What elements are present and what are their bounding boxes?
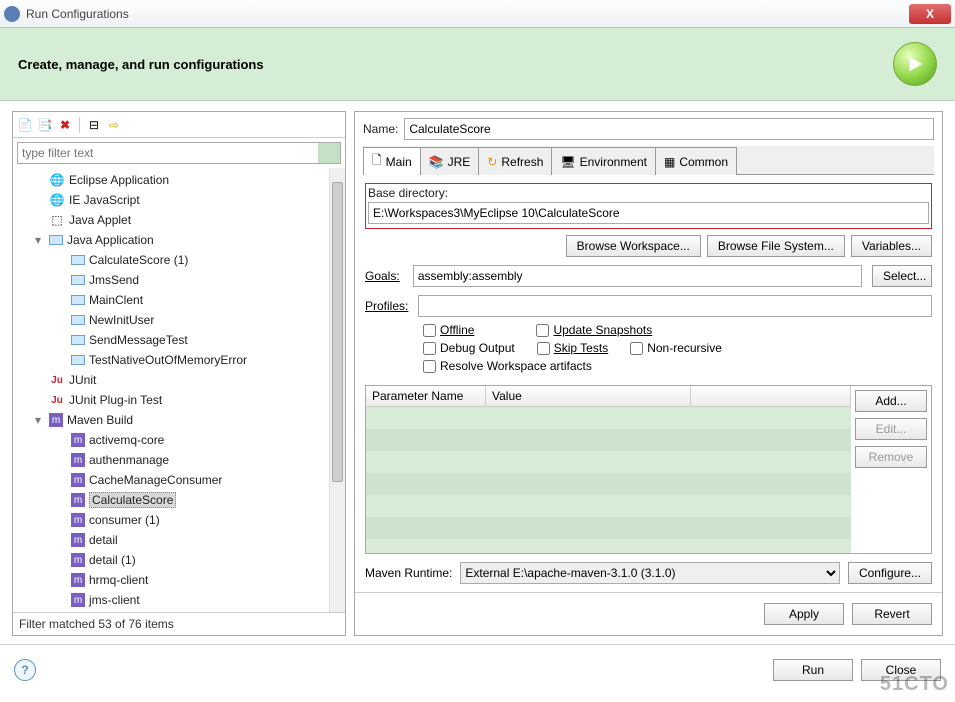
separator	[79, 117, 80, 133]
goals-label: Goals:	[365, 269, 403, 283]
offline-checkbox[interactable]: Offline	[423, 323, 474, 337]
basedir-input[interactable]	[368, 202, 929, 224]
tree-item[interactable]: mdetail (1)	[13, 550, 329, 570]
filter-status: Filter matched 53 of 76 items	[13, 612, 345, 635]
left-toolbar: 📄 📑 ✖ ⊟ ⇨	[13, 112, 345, 138]
resolve-workspace-checkbox[interactable]: Resolve Workspace artifacts	[423, 359, 592, 373]
right-panel: Name: 🗋Main 📚JRE ↻Refresh 🖥Environment ▦…	[354, 111, 943, 636]
jre-icon: 📚	[429, 155, 444, 169]
config-tree[interactable]: 🌐Eclipse Application🌐IE JavaScript⬚Java …	[13, 168, 329, 612]
remove-button[interactable]: Remove	[855, 446, 927, 468]
tree-item[interactable]: mactivemq-core	[13, 430, 329, 450]
tree-item[interactable]: ▭MainClent	[13, 290, 329, 310]
debug-output-checkbox[interactable]: Debug Output	[423, 341, 515, 355]
revert-button[interactable]: Revert	[852, 603, 932, 625]
filter-input[interactable]	[18, 144, 318, 162]
variables-button[interactable]: Variables...	[851, 235, 932, 257]
runtime-label: Maven Runtime:	[365, 566, 452, 580]
app-icon	[4, 6, 20, 22]
tree-item[interactable]: ▭NewInitUser	[13, 310, 329, 330]
filter-icon[interactable]: ⇨	[106, 117, 122, 133]
run-button[interactable]: Run	[773, 659, 853, 681]
tab-main[interactable]: 🗋Main	[363, 147, 421, 175]
refresh-icon: ↻	[487, 155, 497, 169]
tree-item[interactable]: ▭JmsSend	[13, 270, 329, 290]
tabs: 🗋Main 📚JRE ↻Refresh 🖥Environment ▦Common	[363, 146, 934, 175]
update-snapshots-checkbox[interactable]: Update Snapshots	[536, 323, 652, 337]
scrollbar[interactable]	[329, 168, 345, 612]
watermark: 51CTO	[880, 673, 949, 696]
tab-refresh[interactable]: ↻Refresh	[478, 147, 552, 175]
profiles-input[interactable]	[418, 295, 932, 317]
tab-common[interactable]: ▦Common	[655, 147, 737, 175]
tree-item[interactable]: ▾▭Java Application	[13, 230, 329, 250]
tree-item[interactable]: ▾mMaven Build	[13, 410, 329, 430]
col-value[interactable]: Value	[486, 386, 691, 406]
configure-button[interactable]: Configure...	[848, 562, 932, 584]
parameters-table: Parameter Name Value Add... Edit... Remo…	[365, 385, 932, 554]
select-button[interactable]: Select...	[872, 265, 932, 287]
run-icon	[893, 42, 937, 86]
help-icon[interactable]: ?	[14, 659, 36, 681]
left-panel: 📄 📑 ✖ ⊟ ⇨ 🌐Eclipse Application🌐IE JavaSc…	[12, 111, 346, 636]
tree-item[interactable]: mCalculateScore	[13, 490, 329, 510]
env-icon: 🖥	[560, 155, 575, 169]
panel-footer: Apply Revert	[355, 592, 942, 635]
tab-body-main: Base directory: Browse Workspace... Brow…	[355, 175, 942, 592]
main-icon: 🗋	[372, 151, 382, 172]
browse-filesystem-button[interactable]: Browse File System...	[707, 235, 845, 257]
name-input[interactable]	[404, 118, 934, 140]
tree-item[interactable]: 🌐Eclipse Application	[13, 170, 329, 190]
tab-jre[interactable]: 📚JRE	[420, 147, 480, 175]
name-label: Name:	[363, 122, 398, 136]
tree-item[interactable]: mhrmq-client	[13, 570, 329, 590]
tree-item[interactable]: mjms-client	[13, 590, 329, 610]
apply-button[interactable]: Apply	[764, 603, 844, 625]
header-title: Create, manage, and run configurations	[18, 57, 893, 72]
profiles-label: Profiles:	[365, 299, 408, 313]
non-recursive-checkbox[interactable]: Non-recursive	[630, 341, 722, 355]
tree-item[interactable]: ▭CalculateScore (1)	[13, 250, 329, 270]
goals-input[interactable]	[413, 265, 862, 287]
tree-item[interactable]: ⬚Java Applet	[13, 210, 329, 230]
runtime-select[interactable]: External E:\apache-maven-3.1.0 (3.1.0)	[460, 562, 840, 584]
tree-item[interactable]: mconsumer (1)	[13, 510, 329, 530]
add-button[interactable]: Add...	[855, 390, 927, 412]
header: Create, manage, and run configurations	[0, 28, 955, 101]
browse-workspace-button[interactable]: Browse Workspace...	[566, 235, 701, 257]
close-button[interactable]: X	[909, 4, 951, 24]
edit-button[interactable]: Edit...	[855, 418, 927, 440]
common-icon: ▦	[664, 155, 675, 169]
tab-environment[interactable]: 🖥Environment	[551, 147, 656, 175]
tree-item[interactable]: mauthenmanage	[13, 450, 329, 470]
collapse-icon[interactable]: ⊟	[86, 117, 102, 133]
filter-box[interactable]	[17, 142, 341, 164]
scroll-thumb[interactable]	[332, 182, 343, 482]
delete-icon[interactable]: ✖	[57, 117, 73, 133]
basedir-label: Base directory:	[368, 186, 929, 200]
tree-item[interactable]: ▭TestNativeOutOfMemoryError	[13, 350, 329, 370]
tree-item[interactable]: mdetail	[13, 530, 329, 550]
window-title: Run Configurations	[26, 7, 909, 21]
dialog-footer: ? Run Close	[0, 644, 955, 695]
titlebar: Run Configurations X	[0, 0, 955, 28]
skip-tests-checkbox[interactable]: Skip Tests	[537, 341, 608, 355]
col-empty	[691, 386, 851, 406]
tree-item[interactable]: JuJUnit	[13, 370, 329, 390]
tree-item[interactable]: 🌐IE JavaScript	[13, 190, 329, 210]
tree-item[interactable]: JuJUnit Plug-in Test	[13, 390, 329, 410]
duplicate-icon[interactable]: 📑	[37, 117, 53, 133]
col-parameter-name[interactable]: Parameter Name	[366, 386, 486, 406]
tree-item[interactable]: ▭SendMessageTest	[13, 330, 329, 350]
table-body[interactable]	[366, 407, 851, 553]
new-icon[interactable]: 📄	[17, 117, 33, 133]
filter-cap	[318, 143, 340, 163]
tree-item[interactable]: mCacheManageConsumer	[13, 470, 329, 490]
